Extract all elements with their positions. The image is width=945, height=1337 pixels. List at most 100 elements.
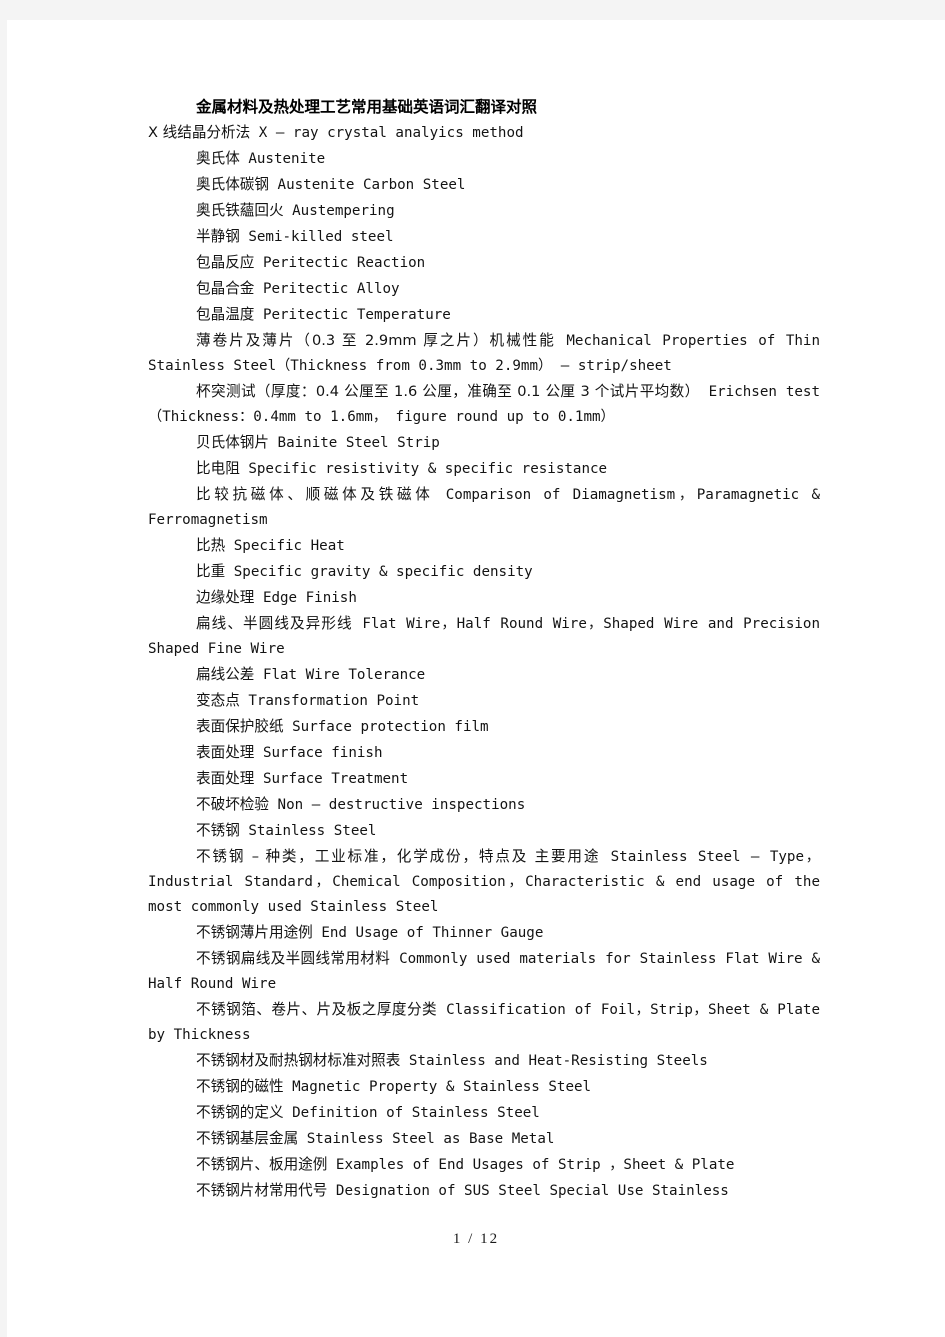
glossary-entry: 不锈钢基层金属 Stainless Steel as Base Metal (148, 1126, 820, 1152)
entry-term-en: X – ray crystal analyics method (258, 125, 524, 141)
document-body: 金属材料及热处理工艺常用基础英语词汇翻译对照 X 线结晶分析法 X – ray … (148, 95, 820, 1204)
glossary-entry: 包晶合金 Peritectic Alloy (148, 276, 820, 302)
entry-term-en: Stainless Steel as Base Metal (306, 1131, 555, 1147)
entry-term-cjk: 不锈钢的磁性 (196, 1078, 284, 1095)
entry-term-cjk: X 线结晶分析法 (148, 124, 251, 141)
entry-term-en: Designation of SUS Steel Special Use Sta… (335, 1183, 729, 1199)
entry-term-cjk: 不锈钢薄片用途例 (196, 924, 313, 941)
entry-term-cjk: 不锈钢箔、卷片、片及板之厚度分类 (196, 1001, 438, 1018)
glossary-entry: 不破坏检验 Non – destructive inspections (148, 792, 820, 818)
entry-term-cjk: 不锈钢片材常用代号 (196, 1182, 328, 1199)
entry-term-en: Transformation Point (248, 693, 420, 709)
glossary-entry: 贝氏体钢片 Bainite Steel Strip (148, 430, 820, 456)
entry-term-en: Flat Wire Tolerance (262, 667, 426, 683)
entry-term-cjk: 不破坏检验 (196, 796, 269, 813)
glossary-entry: 奥氏体 Austenite (148, 146, 820, 172)
glossary-entry: 半静钢 Semi-killed steel (148, 224, 820, 250)
entry-term-en: Surface Treatment (262, 771, 409, 787)
entry-term-cjk: 比热 (196, 537, 226, 554)
glossary-entry: X 线结晶分析法 X – ray crystal analyics method (148, 120, 820, 146)
entry-term-cjk: 不锈钢片、板用途例 (196, 1156, 328, 1173)
entry-term-cjk: 不锈钢的定义 (196, 1104, 284, 1121)
entry-term-cjk: 表面处理 (196, 770, 255, 787)
glossary-entry: 不锈钢片、板用途例 Examples of End Usages of Stri… (148, 1152, 820, 1178)
entry-term-cjk: 薄卷片及薄片（0.3 至 2.9mm 厚之片）机械性能 (196, 332, 556, 349)
entry-term-en: End Usage of Thinner Gauge (321, 925, 544, 941)
entry-term-cjk: 贝氏体钢片 (196, 434, 269, 451)
entry-term-cjk: 奥氏铁蘊回火 (196, 202, 284, 219)
glossary-entry: 不锈钢箔、卷片、片及板之厚度分类 Classification of Foil，… (148, 997, 820, 1048)
glossary-entry: 不锈钢片材常用代号 Designation of SUS Steel Speci… (148, 1178, 820, 1204)
glossary-entry: 边缘处理 Edge Finish (148, 585, 820, 611)
entry-term-cjk: 表面保护胶纸 (196, 718, 284, 735)
entry-term-cjk: 奥氏体 (196, 150, 240, 167)
entry-term-en: Non – destructive inspections (277, 797, 526, 813)
entry-term-en: Austenite (248, 151, 326, 167)
entry-term-en: Edge Finish (262, 590, 357, 606)
glossary-entry: 包晶反应 Peritectic Reaction (148, 250, 820, 276)
entry-term-en: Peritectic Reaction (262, 255, 426, 271)
entry-term-cjk: 比重 (196, 563, 226, 580)
entry-term-cjk: 扁线公差 (196, 666, 255, 683)
entry-term-cjk: 包晶温度 (196, 306, 255, 323)
entry-term-en: Surface protection film (292, 719, 489, 735)
entry-term-cjk: 杯突测试（厚度：0.4 公厘至 1.6 公厘，准确至 0.1 公厘 3 个试片平… (196, 383, 700, 400)
entry-term-cjk: 不锈钢材及耐热钢材标准对照表 (196, 1052, 401, 1069)
glossary-entry: 扁线公差 Flat Wire Tolerance (148, 662, 820, 688)
entry-term-en: Austempering (292, 203, 395, 219)
glossary-entry: 不锈钢材及耐热钢材标准对照表 Stainless and Heat-Resist… (148, 1048, 820, 1074)
entry-term-cjk: 表面处理 (196, 744, 255, 761)
entry-term-en: Specific Heat (233, 538, 345, 554)
entry-term-cjk: 比电阻 (196, 460, 240, 477)
entry-term-en: Specific resistivity & specific resistan… (248, 461, 608, 477)
glossary-entry: 不锈钢 Stainless Steel (148, 818, 820, 844)
glossary-entry: 表面处理 Surface Treatment (148, 766, 820, 792)
entry-term-cjk: 不锈钢 (196, 822, 240, 839)
entry-term-en: Peritectic Alloy (262, 281, 400, 297)
glossary-entry: 比电阻 Specific resistivity & specific resi… (148, 456, 820, 482)
glossary-entry: 不锈钢薄片用途例 End Usage of Thinner Gauge (148, 920, 820, 946)
entry-term-cjk: 包晶合金 (196, 280, 255, 297)
entry-term-en: Bainite Steel Strip (277, 435, 440, 451)
glossary-entry: 比热 Specific Heat (148, 533, 820, 559)
entry-term-cjk: 包晶反应 (196, 254, 255, 271)
entry-term-cjk: 比较抗磁体、顺磁体及铁磁体 (196, 486, 434, 503)
entry-term-cjk: 不锈钢扁线及半圆线常用材料 (196, 950, 391, 967)
glossary-entry: 不锈钢扁线及半圆线常用材料 Commonly used materials fo… (148, 946, 820, 997)
entry-term-cjk: 不锈钢基层金属 (196, 1130, 299, 1147)
entry-term-en: Surface finish (262, 745, 383, 761)
glossary-entry: 奥氏体碳钢 Austenite Carbon Steel (148, 172, 820, 198)
entry-term-cjk: 扁线、半圆线及异形线 (196, 615, 353, 632)
entry-term-cjk: 不锈钢 – 种类，工业标准，化学成份，特点及 主要用途 (196, 848, 601, 865)
entry-term-cjk: 半静钢 (196, 228, 240, 245)
glossary-entry: 变态点 Transformation Point (148, 688, 820, 714)
page-footer: 1 / 12 (452, 1231, 500, 1247)
glossary-entry: 扁线、半圆线及异形线 Flat Wire，Half Round Wire，Sha… (148, 611, 820, 662)
entry-term-en: Specific gravity & specific density (233, 564, 533, 580)
glossary-entry: 比重 Specific gravity & specific density (148, 559, 820, 585)
entry-term-en: Examples of End Usages of Strip ，Sheet &… (335, 1157, 735, 1173)
glossary-entry-list: X 线结晶分析法 X – ray crystal analyics method… (148, 120, 820, 1204)
glossary-entry: 不锈钢的磁性 Magnetic Property & Stainless Ste… (148, 1074, 820, 1100)
glossary-entry: 表面保护胶纸 Surface protection film (148, 714, 820, 740)
glossary-entry: 奥氏铁蘊回火 Austempering (148, 198, 820, 224)
entry-term-en: Stainless Steel (248, 823, 377, 839)
entry-term-en: Austenite Carbon Steel (277, 177, 466, 193)
entry-term-en: Peritectic Temperature (262, 307, 451, 323)
entry-term-en: Magnetic Property & Stainless Steel (292, 1079, 592, 1095)
entry-term-en: Semi-killed steel (248, 229, 394, 245)
entry-term-cjk: 变态点 (196, 692, 240, 709)
page-title: 金属材料及热处理工艺常用基础英语词汇翻译对照 (196, 99, 538, 116)
glossary-entry: 表面处理 Surface finish (148, 740, 820, 766)
glossary-entry: 包晶温度 Peritectic Temperature (148, 302, 820, 328)
glossary-entry: 杯突测试（厚度：0.4 公厘至 1.6 公厘，准确至 0.1 公厘 3 个试片平… (148, 379, 820, 430)
entry-term-en: Definition of Stainless Steel (292, 1105, 540, 1121)
glossary-entry: 薄卷片及薄片（0.3 至 2.9mm 厚之片）机械性能 Mechanical P… (148, 328, 820, 379)
entry-term-cjk: 奥氏体碳钢 (196, 176, 269, 193)
entry-term-cjk: 边缘处理 (196, 589, 255, 606)
glossary-entry: 不锈钢 – 种类，工业标准，化学成份，特点及 主要用途 Stainless St… (148, 844, 820, 920)
entry-term-en: Stainless and Heat-Resisting Steels (408, 1053, 708, 1069)
document-page: 金属材料及热处理工艺常用基础英语词汇翻译对照 X 线结晶分析法 X – ray … (7, 20, 945, 1337)
glossary-entry: 比较抗磁体、顺磁体及铁磁体 Comparison of Diamagnetism… (148, 482, 820, 533)
glossary-entry: 不锈钢的定义 Definition of Stainless Steel (148, 1100, 820, 1126)
